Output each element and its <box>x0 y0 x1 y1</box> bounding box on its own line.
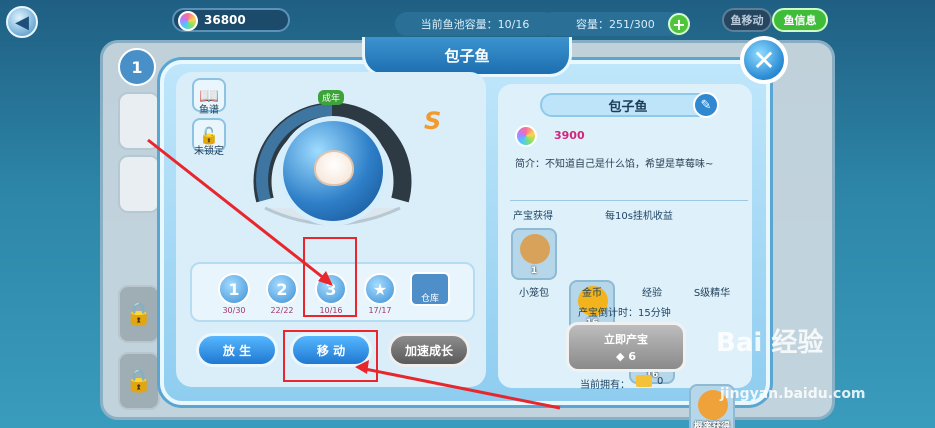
divider <box>510 200 748 201</box>
fish-price: 3900 <box>554 129 585 142</box>
watermark-brand: Bai 经验 <box>716 328 824 358</box>
product-name: 金币 <box>582 288 602 299</box>
owned-value: 0 <box>657 376 664 387</box>
diamond-icon: ◆ <box>616 350 625 363</box>
produce-label: 立即产宝 <box>604 333 648 346</box>
annotation-arrows <box>147 138 561 410</box>
ticket-icon <box>636 375 652 387</box>
fish-description: 简介：不知道自己是什么馅，希望是草莓味~ <box>515 159 714 170</box>
product-name: 小笼包 <box>519 288 549 299</box>
rename-button[interactable]: ✎ <box>693 92 719 118</box>
watermark-url: jingyan.baidu.com <box>720 386 866 402</box>
owned-label: 当前拥有： <box>580 380 630 391</box>
pencil-icon: ✎ <box>700 97 712 113</box>
dumpling-icon <box>520 234 550 264</box>
product-name: 经验 <box>642 288 662 299</box>
fish-name: 包子鱼 <box>540 93 716 117</box>
treasure-label: 产宝获得 <box>513 211 553 222</box>
product-name: S级精华 <box>693 288 731 299</box>
product-xiaolongbao: 1 <box>511 228 557 280</box>
rainbow-gem-icon <box>515 125 537 147</box>
produce-cost: ◆ 6 <box>616 350 636 363</box>
income-label: 每10s挂机收益 <box>605 211 673 222</box>
produce-now-button[interactable]: 立即产宝 ◆ 6 <box>566 322 686 372</box>
treasure-countdown: 产宝倒计时：15分钟 <box>578 308 671 319</box>
